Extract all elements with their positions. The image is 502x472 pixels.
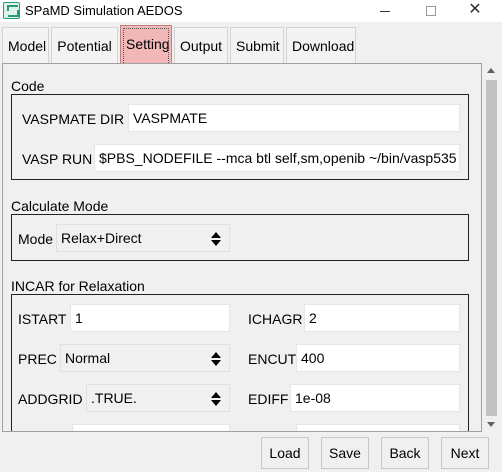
addgrid-select[interactable]: .TRUE. bbox=[86, 384, 230, 412]
settings-panel: Code VASPMATE DIR VASPMATE VASP RUN $PBS… bbox=[2, 63, 482, 432]
scroll-thumb[interactable] bbox=[486, 80, 497, 416]
incar-group: ISTART 1 ICHAGR 2 PREC Normal ENCUT 400 … bbox=[11, 294, 469, 431]
next-row-input-left[interactable] bbox=[72, 424, 230, 431]
mode-select[interactable]: Relax+Direct bbox=[56, 224, 230, 252]
maximize-icon bbox=[426, 6, 436, 17]
scroll-down-arrow-icon[interactable] bbox=[487, 422, 495, 427]
ediff-input[interactable]: 1e-08 bbox=[290, 384, 460, 412]
vertical-scrollbar[interactable] bbox=[483, 63, 500, 432]
prec-select-value: Normal bbox=[65, 350, 111, 366]
tab-model[interactable]: Model bbox=[2, 27, 49, 63]
tab-setting[interactable]: Setting bbox=[120, 25, 172, 63]
close-button[interactable]: ✕ bbox=[452, 0, 498, 22]
tab-submit[interactable]: Submit bbox=[230, 27, 284, 63]
minimize-button[interactable] bbox=[362, 0, 408, 22]
select-updown-icon bbox=[211, 352, 221, 366]
addgrid-select-value: .TRUE. bbox=[91, 390, 137, 406]
calculate-mode-title: Calculate Mode bbox=[11, 198, 109, 214]
calculate-mode-group: Mode Relax+Direct bbox=[11, 214, 469, 261]
select-updown-icon bbox=[211, 392, 221, 406]
maximize-button[interactable] bbox=[408, 0, 454, 22]
tab-output[interactable]: Output bbox=[174, 27, 228, 63]
incar-section-title: INCAR for Relaxation bbox=[11, 278, 145, 294]
vasp-run-label: VASP RUN bbox=[22, 151, 93, 167]
tab-potential[interactable]: Potential bbox=[51, 27, 118, 63]
vaspmate-dir-input[interactable]: VASPMATE bbox=[128, 104, 460, 132]
save-button[interactable]: Save bbox=[321, 437, 369, 469]
prec-select[interactable]: Normal bbox=[60, 344, 230, 372]
encut-label: ENCUT bbox=[248, 351, 297, 367]
tab-download[interactable]: Download bbox=[286, 27, 356, 63]
addgrid-label: ADDGRID bbox=[18, 391, 83, 407]
close-icon: ✕ bbox=[468, 1, 482, 18]
next-button[interactable]: Next bbox=[441, 437, 489, 469]
next-row-input-right[interactable] bbox=[296, 424, 460, 431]
vasp-run-input[interactable]: $PBS_NODEFILE --mca btl self,sm,openib ~… bbox=[94, 144, 460, 172]
app-logo-icon bbox=[3, 2, 20, 19]
istart-input[interactable]: 1 bbox=[70, 304, 230, 332]
ichagr-input[interactable]: 2 bbox=[304, 304, 460, 332]
mode-select-value: Relax+Direct bbox=[61, 230, 142, 246]
window-title: SPaMD Simulation AEDOS bbox=[25, 3, 183, 18]
scroll-up-arrow-icon[interactable] bbox=[487, 68, 495, 73]
code-section-title: Code bbox=[11, 78, 45, 94]
tab-bar: Model Potential Setting Output Submit Do… bbox=[0, 25, 502, 63]
title-bar: SPaMD Simulation AEDOS ✕ bbox=[0, 0, 502, 22]
mode-label: Mode bbox=[18, 231, 54, 247]
istart-label: ISTART bbox=[18, 311, 67, 327]
select-updown-icon bbox=[211, 232, 221, 246]
ediff-label: EDIFF bbox=[248, 391, 289, 407]
minimize-icon bbox=[380, 10, 390, 12]
ichagr-label: ICHAGR bbox=[248, 311, 303, 327]
code-group: VASPMATE DIR VASPMATE VASP RUN $PBS_NODE… bbox=[11, 94, 469, 180]
back-button[interactable]: Back bbox=[381, 437, 429, 469]
prec-label: PREC bbox=[18, 351, 57, 367]
encut-input[interactable]: 400 bbox=[296, 344, 460, 372]
load-button[interactable]: Load bbox=[261, 437, 309, 469]
vaspmate-dir-label: VASPMATE DIR bbox=[22, 111, 125, 127]
